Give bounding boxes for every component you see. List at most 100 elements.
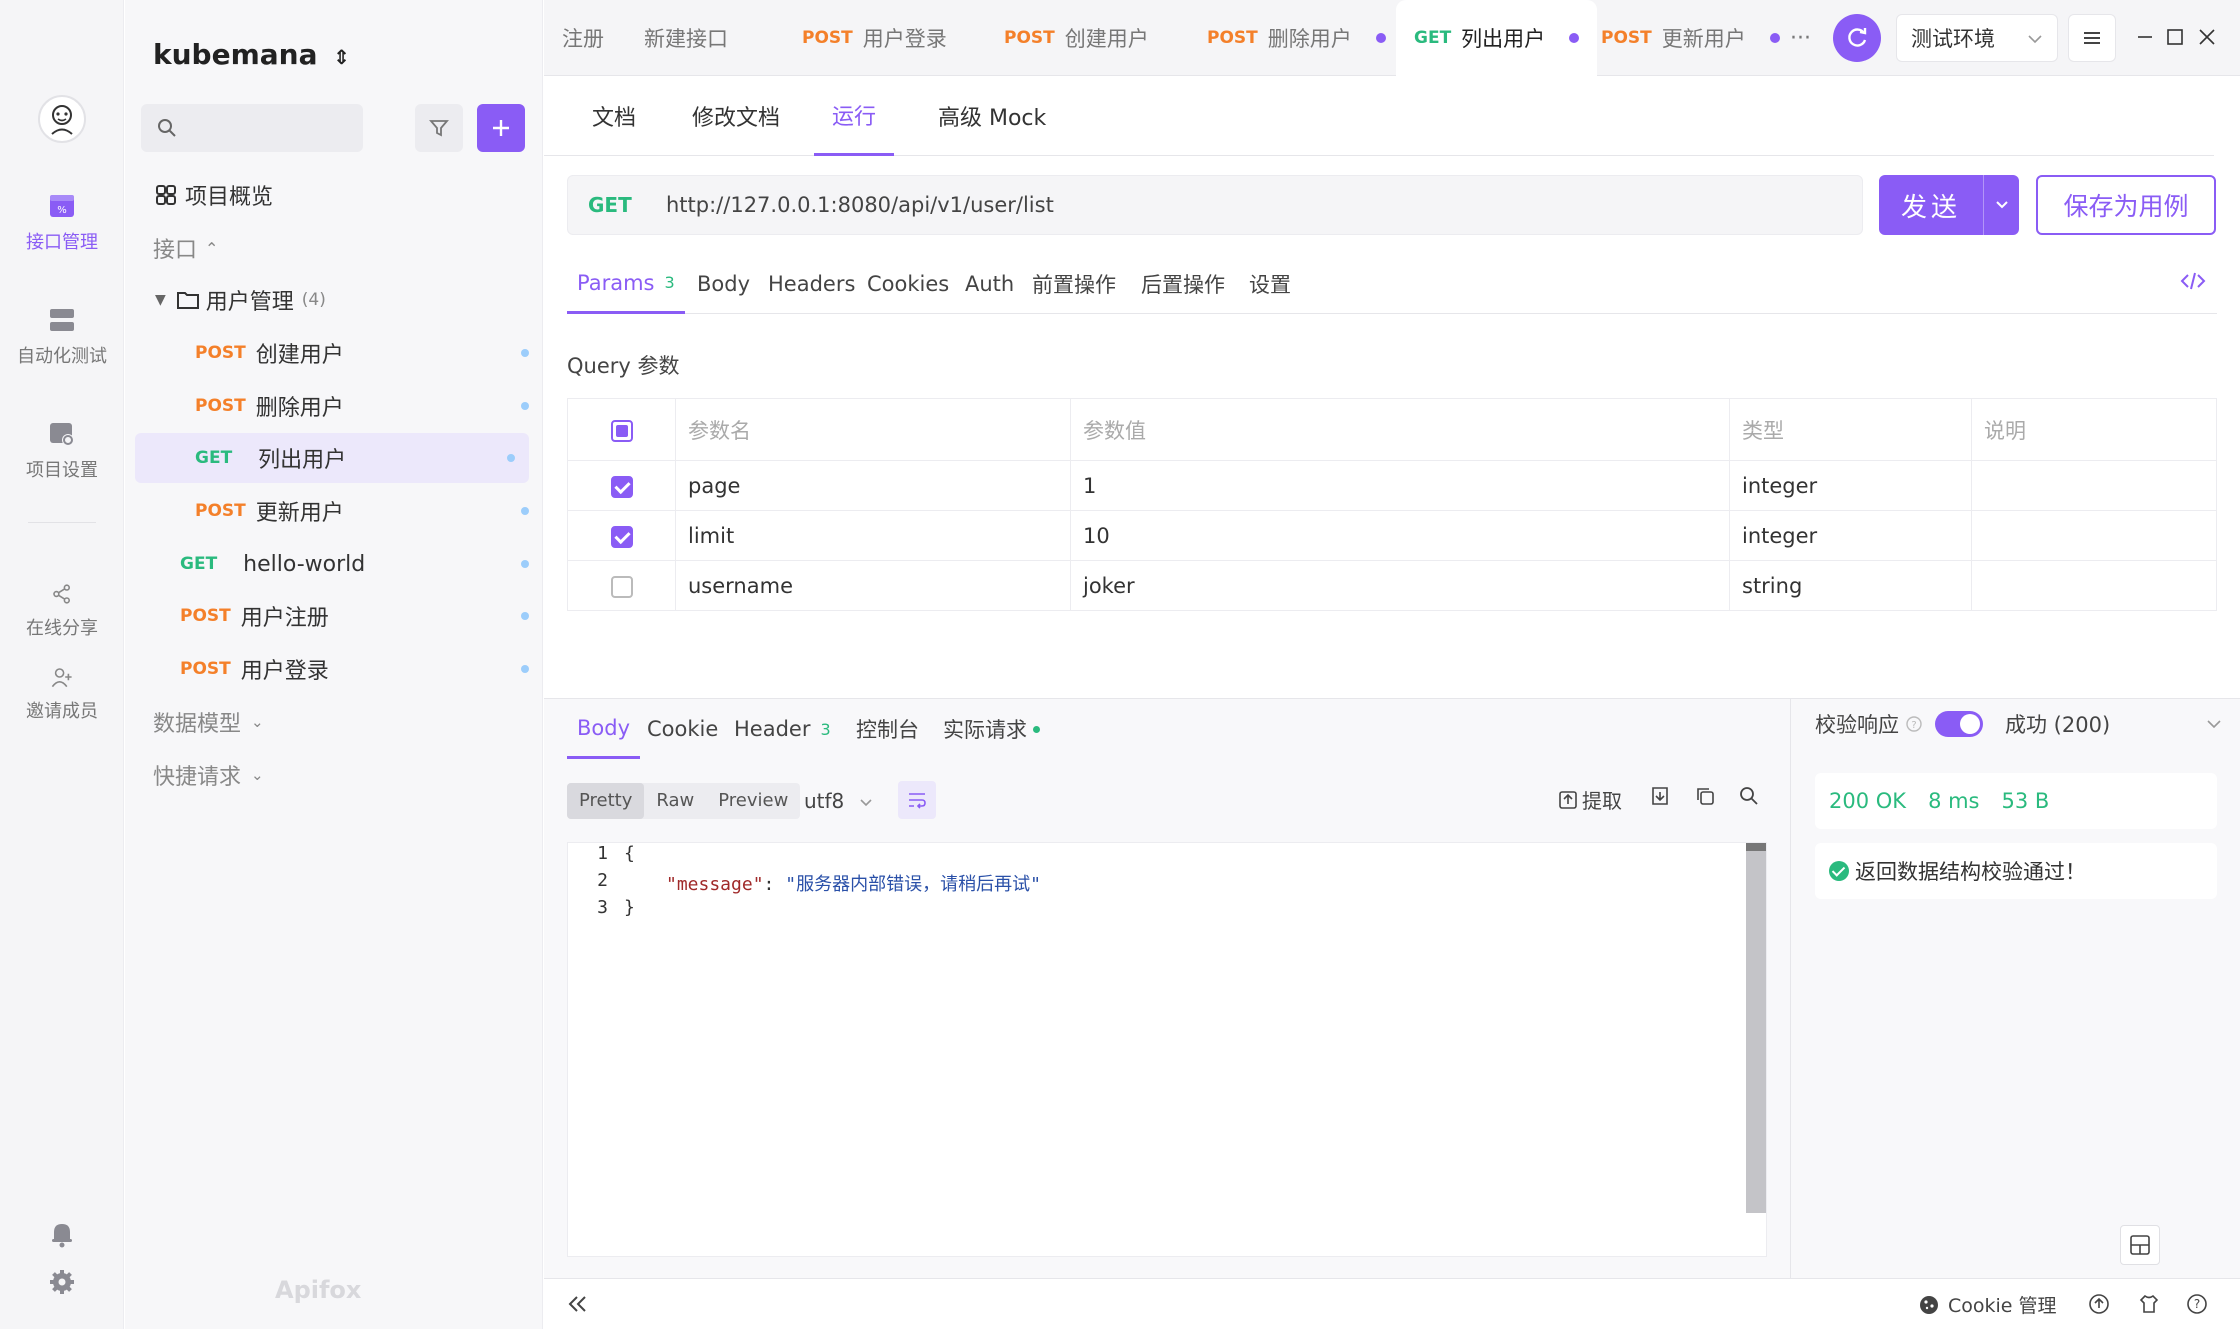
help-icon[interactable]: ?: [2186, 1293, 2208, 1315]
rail-project-settings[interactable]: 项目设置: [0, 420, 124, 482]
param-desc[interactable]: [1971, 510, 2217, 561]
select-all-checkbox[interactable]: [610, 419, 633, 442]
url-input[interactable]: http://127.0.0.1:8080/api/v1/user/list: [666, 193, 1054, 217]
cookie-manager-button[interactable]: Cookie 管理: [1918, 1291, 2057, 1318]
tab-delete-user[interactable]: POST 删除用户: [1207, 0, 1386, 76]
layout-toggle-button[interactable]: [2120, 1225, 2160, 1265]
scrollbar-thumb[interactable]: [1746, 843, 1766, 851]
sync-button[interactable]: [1833, 14, 1881, 62]
subtab-docs[interactable]: 文档: [592, 76, 636, 156]
tab-update-user[interactable]: POST 更新用户: [1601, 0, 1780, 76]
sidebar-endpoint[interactable]: POST 更新用户: [125, 486, 543, 536]
row-checkbox[interactable]: [610, 525, 633, 548]
resp-tab-header[interactable]: Header 3: [734, 699, 831, 759]
resp-tab-actual[interactable]: 实际请求: [943, 699, 1040, 759]
sidebar-endpoint[interactable]: POST 创建用户: [125, 328, 543, 378]
send-button[interactable]: 发送: [1879, 175, 2019, 235]
resp-tab-console[interactable]: 控制台: [856, 699, 919, 759]
sidebar-item-overview[interactable]: 项目概览: [125, 170, 543, 220]
sidebar-section-data-model[interactable]: 数据模型 ⌄: [125, 697, 543, 747]
param-type[interactable]: string: [1729, 560, 1972, 611]
param-value[interactable]: 1: [1070, 460, 1730, 511]
sidebar-folder-user-mgmt[interactable]: ▼ 用户管理 (4): [125, 275, 543, 325]
rail-api-management[interactable]: % 接口管理: [0, 192, 124, 254]
tab-settings[interactable]: 设置: [1249, 254, 1291, 314]
resp-tab-cookie[interactable]: Cookie: [647, 699, 718, 759]
param-name[interactable]: page: [675, 460, 1071, 511]
sidebar-section-api[interactable]: 接口 ⌃: [125, 223, 543, 273]
sidebar-endpoint[interactable]: POST 用户注册: [125, 591, 543, 641]
row-checkbox[interactable]: [610, 575, 633, 598]
subtab-mock[interactable]: 高级 Mock: [938, 76, 1046, 156]
request-method[interactable]: GET: [588, 193, 666, 217]
tab-pre-ops[interactable]: 前置操作: [1032, 254, 1116, 314]
bell-icon[interactable]: [49, 1220, 75, 1248]
send-options-button[interactable]: [1983, 175, 2019, 235]
view-pretty[interactable]: Pretty: [567, 783, 645, 819]
rail-share[interactable]: 在线分享: [0, 582, 124, 640]
row-checkbox[interactable]: [610, 475, 633, 498]
project-switcher[interactable]: kubemana ⇕: [153, 38, 350, 71]
shirt-icon[interactable]: [2138, 1293, 2160, 1315]
close-button[interactable]: [2192, 22, 2222, 52]
filter-button[interactable]: [415, 104, 463, 152]
search-icon[interactable]: [1738, 785, 1760, 807]
tab-params[interactable]: Params 3: [567, 254, 685, 314]
encoding-select[interactable]: utf8: [804, 783, 873, 819]
param-desc[interactable]: [1971, 560, 2217, 611]
verify-toggle[interactable]: [1935, 711, 1983, 737]
view-raw[interactable]: Raw: [644, 783, 706, 819]
copy-icon[interactable]: [1694, 785, 1716, 807]
rail-invite[interactable]: 邀请成员: [0, 665, 124, 723]
chevron-down-icon[interactable]: [2206, 718, 2222, 730]
sidebar-endpoint[interactable]: POST 用户登录: [125, 644, 543, 694]
param-value[interactable]: 10: [1070, 510, 1730, 561]
menu-button[interactable]: [2068, 14, 2116, 62]
more-tabs-button[interactable]: ···: [1790, 0, 1811, 76]
resp-tab-body[interactable]: Body: [567, 699, 641, 759]
param-name[interactable]: username: [675, 560, 1071, 611]
param-name[interactable]: limit: [675, 510, 1071, 561]
maximize-button[interactable]: [2160, 22, 2190, 52]
save-as-case-button[interactable]: 保存为用例: [2036, 175, 2216, 235]
param-type[interactable]: integer: [1729, 510, 1972, 561]
sidebar-endpoint-selected[interactable]: GET 列出用户: [135, 433, 529, 483]
tab-post-ops[interactable]: 后置操作: [1141, 254, 1225, 314]
environment-select[interactable]: 测试环境: [1896, 14, 2058, 62]
param-type[interactable]: integer: [1729, 460, 1972, 511]
extract-button[interactable]: 提取: [1558, 785, 1622, 814]
code-icon[interactable]: [2180, 270, 2206, 292]
minimize-button[interactable]: [2130, 22, 2160, 52]
add-button[interactable]: [477, 104, 525, 152]
subtab-edit-docs[interactable]: 修改文档: [692, 76, 780, 156]
tab-headers[interactable]: Headers: [768, 254, 855, 314]
tab-register[interactable]: 注册: [544, 0, 604, 76]
view-preview[interactable]: Preview: [706, 783, 800, 819]
upload-icon[interactable]: [2088, 1293, 2110, 1315]
tab-auth[interactable]: Auth: [965, 254, 1014, 314]
subtab-run[interactable]: 运行: [814, 76, 895, 156]
tab-body[interactable]: Body: [697, 254, 750, 314]
rail-automation-test[interactable]: 自动化测试: [0, 306, 124, 368]
sidebar-section-quick-request[interactable]: 快捷请求 ⌄: [125, 750, 543, 800]
download-icon[interactable]: [1649, 785, 1671, 807]
sidebar-endpoint[interactable]: GET hello-world: [125, 539, 543, 589]
verify-result[interactable]: 成功 (200): [2005, 709, 2110, 739]
tab-cookies[interactable]: Cookies: [867, 254, 949, 314]
param-desc[interactable]: [1971, 460, 2217, 511]
tab-user-login[interactable]: POST 用户登录: [802, 0, 947, 76]
avatar[interactable]: [38, 95, 86, 143]
tab-new-endpoint[interactable]: 新建接口: [644, 0, 728, 76]
collapse-left-icon[interactable]: [566, 1293, 590, 1315]
gear-icon[interactable]: [48, 1268, 76, 1296]
url-bar[interactable]: GET http://127.0.0.1:8080/api/v1/user/li…: [567, 175, 1863, 235]
response-code-editor[interactable]: 1 2 3 { "message": "服务器内部错误，请稍后再试" }: [567, 842, 1767, 1257]
param-value[interactable]: joker: [1070, 560, 1730, 611]
wrap-lines-button[interactable]: [898, 781, 936, 819]
help-icon[interactable]: ?: [1905, 715, 1923, 733]
tab-create-user[interactable]: POST 创建用户: [1004, 0, 1149, 76]
tab-list-users[interactable]: GET 列出用户: [1396, 0, 1598, 76]
editor-scrollbar[interactable]: [1746, 843, 1766, 1213]
search-input[interactable]: [141, 104, 363, 152]
sidebar-endpoint[interactable]: POST 删除用户: [125, 381, 543, 431]
